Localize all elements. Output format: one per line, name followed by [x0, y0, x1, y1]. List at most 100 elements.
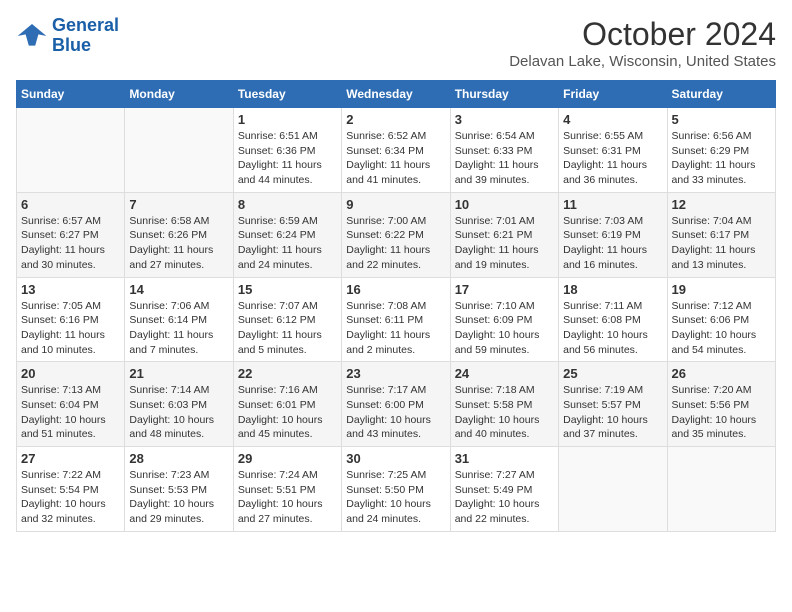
calendar-week-row: 1Sunrise: 6:51 AM Sunset: 6:36 PM Daylig…	[17, 108, 776, 193]
calendar-cell: 2Sunrise: 6:52 AM Sunset: 6:34 PM Daylig…	[342, 108, 450, 193]
calendar-cell: 21 Sunrise: 7:14 AM Sunset: 6:03 PM Dayli…	[125, 362, 233, 447]
day-info: Sunrise: 7:04 AM Sunset: 6:17 PM Dayligh…	[672, 214, 771, 273]
calendar-cell: 25Sunrise: 7:19 AM Sunset: 5:57 PM Dayli…	[559, 362, 667, 447]
header-cell-thursday: Thursday	[450, 81, 558, 108]
day-info: Sunrise: 6:57 AM Sunset: 6:27 PM Dayligh…	[21, 214, 120, 273]
day-info: Sunrise: 7:18 AM Sunset: 5:58 PM Dayligh…	[455, 383, 554, 442]
calendar-table: SundayMondayTuesdayWednesdayThursdayFrid…	[16, 80, 776, 532]
day-info: Sunrise: 7:10 AM Sunset: 6:09 PM Dayligh…	[455, 299, 554, 358]
day-number: 11	[563, 197, 662, 212]
calendar-cell: 28 Sunrise: 7:23 AM Sunset: 5:53 PM Dayli…	[125, 447, 233, 532]
page-title: October 2024	[509, 16, 776, 53]
day-number: 9	[346, 197, 445, 212]
calendar-week-row: 6 Sunrise: 6:57 AM Sunset: 6:27 PM Daylig…	[17, 192, 776, 277]
calendar-cell: 23 Sunrise: 7:17 AM Sunset: 6:00 PM Dayli…	[342, 362, 450, 447]
calendar-cell: 15 Sunrise: 7:07 AM Sunset: 6:12 PM Dayli…	[233, 277, 341, 362]
calendar-cell: 26 Sunrise: 7:20 AM Sunset: 5:56 PM Dayli…	[667, 362, 775, 447]
day-number: 1	[238, 112, 337, 127]
calendar-cell: 17 Sunrise: 7:10 AM Sunset: 6:09 PM Dayli…	[450, 277, 558, 362]
day-number: 5	[672, 112, 771, 127]
day-info: Sunrise: 6:59 AM Sunset: 6:24 PM Dayligh…	[238, 214, 337, 273]
day-info: Sunrise: 7:20 AM Sunset: 5:56 PM Dayligh…	[672, 383, 771, 442]
header-row: SundayMondayTuesdayWednesdayThursdayFrid…	[17, 81, 776, 108]
calendar-cell: 18 Sunrise: 7:11 AM Sunset: 6:08 PM Dayli…	[559, 277, 667, 362]
day-number: 24	[455, 366, 554, 381]
calendar-cell: 1Sunrise: 6:51 AM Sunset: 6:36 PM Daylig…	[233, 108, 341, 193]
day-info: Sunrise: 7:17 AM Sunset: 6:00 PM Dayligh…	[346, 383, 445, 442]
title-block: October 2024 Delavan Lake, Wisconsin, Un…	[509, 16, 776, 70]
day-info: Sunrise: 7:07 AM Sunset: 6:12 PM Dayligh…	[238, 299, 337, 358]
logo-bird-icon	[16, 20, 48, 52]
day-number: 20	[21, 366, 120, 381]
day-number: 28	[129, 451, 228, 466]
day-info: Sunrise: 7:16 AM Sunset: 6:01 PM Dayligh…	[238, 383, 337, 442]
day-number: 18	[563, 282, 662, 297]
logo-line1: General	[52, 15, 119, 35]
day-info: Sunrise: 7:00 AM Sunset: 6:22 PM Dayligh…	[346, 214, 445, 273]
calendar-week-row: 13 Sunrise: 7:05 AM Sunset: 6:16 PM Dayli…	[17, 277, 776, 362]
day-number: 10	[455, 197, 554, 212]
day-number: 14	[129, 282, 228, 297]
calendar-cell: 22 Sunrise: 7:16 AM Sunset: 6:01 PM Dayli…	[233, 362, 341, 447]
day-info: Sunrise: 7:03 AM Sunset: 6:19 PM Dayligh…	[563, 214, 662, 273]
header-cell-saturday: Saturday	[667, 81, 775, 108]
day-number: 2	[346, 112, 445, 127]
day-info: Sunrise: 6:58 AM Sunset: 6:26 PM Dayligh…	[129, 214, 228, 273]
calendar-cell	[667, 447, 775, 532]
calendar-cell: 5 Sunrise: 6:56 AM Sunset: 6:29 PM Daylig…	[667, 108, 775, 193]
calendar-cell	[559, 447, 667, 532]
calendar-cell: 31 Sunrise: 7:27 AM Sunset: 5:49 PM Dayli…	[450, 447, 558, 532]
header-cell-sunday: Sunday	[17, 81, 125, 108]
day-number: 12	[672, 197, 771, 212]
calendar-cell: 6 Sunrise: 6:57 AM Sunset: 6:27 PM Daylig…	[17, 192, 125, 277]
calendar-header: SundayMondayTuesdayWednesdayThursdayFrid…	[17, 81, 776, 108]
calendar-cell: 16 Sunrise: 7:08 AM Sunset: 6:11 PM Dayli…	[342, 277, 450, 362]
day-number: 15	[238, 282, 337, 297]
logo: General Blue	[16, 16, 119, 56]
day-info: Sunrise: 7:14 AM Sunset: 6:03 PM Dayligh…	[129, 383, 228, 442]
calendar-cell: 10 Sunrise: 7:01 AM Sunset: 6:21 PM Dayli…	[450, 192, 558, 277]
page-subtitle: Delavan Lake, Wisconsin, United States	[509, 53, 776, 70]
day-number: 6	[21, 197, 120, 212]
day-info: Sunrise: 7:11 AM Sunset: 6:08 PM Dayligh…	[563, 299, 662, 358]
day-number: 31	[455, 451, 554, 466]
day-number: 8	[238, 197, 337, 212]
day-number: 27	[21, 451, 120, 466]
header-cell-monday: Monday	[125, 81, 233, 108]
header-cell-wednesday: Wednesday	[342, 81, 450, 108]
calendar-cell: 12 Sunrise: 7:04 AM Sunset: 6:17 PM Dayli…	[667, 192, 775, 277]
day-info: Sunrise: 7:05 AM Sunset: 6:16 PM Dayligh…	[21, 299, 120, 358]
day-info: Sunrise: 7:06 AM Sunset: 6:14 PM Dayligh…	[129, 299, 228, 358]
calendar-cell: 7 Sunrise: 6:58 AM Sunset: 6:26 PM Daylig…	[125, 192, 233, 277]
calendar-week-row: 27Sunrise: 7:22 AM Sunset: 5:54 PM Dayli…	[17, 447, 776, 532]
calendar-body: 1Sunrise: 6:51 AM Sunset: 6:36 PM Daylig…	[17, 108, 776, 532]
day-info: Sunrise: 6:55 AM Sunset: 6:31 PM Dayligh…	[563, 129, 662, 188]
day-number: 7	[129, 197, 228, 212]
day-number: 21	[129, 366, 228, 381]
day-number: 19	[672, 282, 771, 297]
day-info: Sunrise: 7:13 AM Sunset: 6:04 PM Dayligh…	[21, 383, 120, 442]
day-number: 17	[455, 282, 554, 297]
day-info: Sunrise: 7:23 AM Sunset: 5:53 PM Dayligh…	[129, 468, 228, 527]
day-number: 29	[238, 451, 337, 466]
day-number: 22	[238, 366, 337, 381]
day-number: 26	[672, 366, 771, 381]
day-info: Sunrise: 7:27 AM Sunset: 5:49 PM Dayligh…	[455, 468, 554, 527]
calendar-cell: 8 Sunrise: 6:59 AM Sunset: 6:24 PM Daylig…	[233, 192, 341, 277]
calendar-cell: 4Sunrise: 6:55 AM Sunset: 6:31 PM Daylig…	[559, 108, 667, 193]
logo-line2: Blue	[52, 35, 91, 55]
day-info: Sunrise: 7:19 AM Sunset: 5:57 PM Dayligh…	[563, 383, 662, 442]
calendar-cell: 24 Sunrise: 7:18 AM Sunset: 5:58 PM Dayli…	[450, 362, 558, 447]
calendar-cell: 11 Sunrise: 7:03 AM Sunset: 6:19 PM Dayli…	[559, 192, 667, 277]
day-number: 13	[21, 282, 120, 297]
day-info: Sunrise: 7:08 AM Sunset: 6:11 PM Dayligh…	[346, 299, 445, 358]
day-number: 16	[346, 282, 445, 297]
day-number: 23	[346, 366, 445, 381]
day-info: Sunrise: 7:24 AM Sunset: 5:51 PM Dayligh…	[238, 468, 337, 527]
day-info: Sunrise: 7:01 AM Sunset: 6:21 PM Dayligh…	[455, 214, 554, 273]
day-info: Sunrise: 6:56 AM Sunset: 6:29 PM Dayligh…	[672, 129, 771, 188]
calendar-cell	[125, 108, 233, 193]
header-cell-tuesday: Tuesday	[233, 81, 341, 108]
calendar-cell: 14 Sunrise: 7:06 AM Sunset: 6:14 PM Dayli…	[125, 277, 233, 362]
header-cell-friday: Friday	[559, 81, 667, 108]
